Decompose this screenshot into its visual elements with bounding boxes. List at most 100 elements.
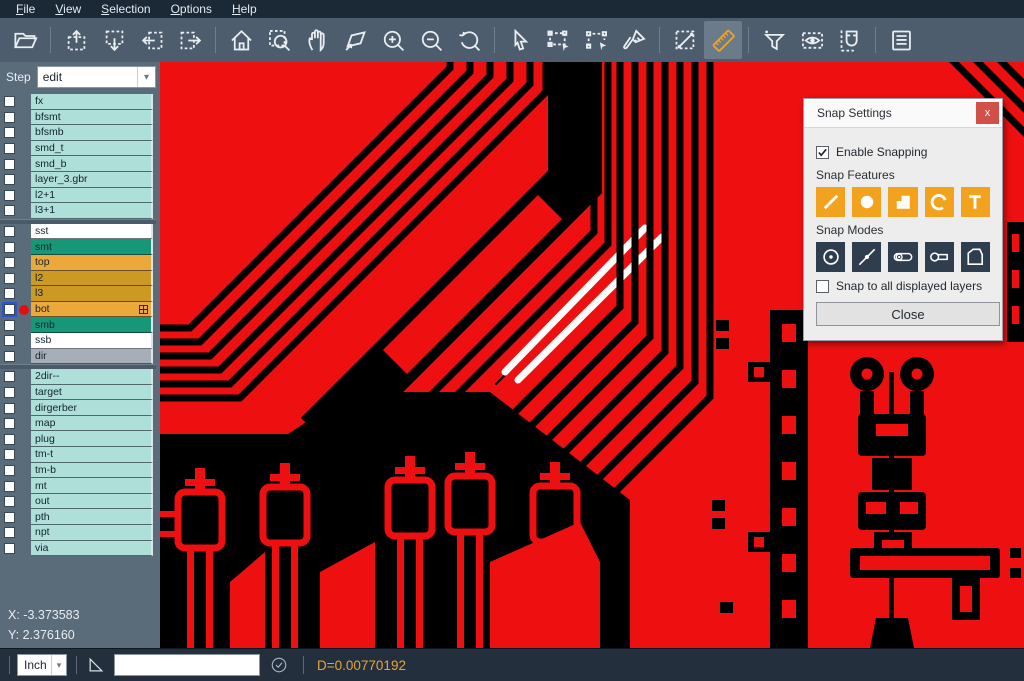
- layer-label[interactable]: smd_t: [31, 141, 153, 157]
- layer-label[interactable]: sst: [31, 224, 153, 240]
- snap-circle-icon[interactable]: [852, 187, 881, 217]
- home-icon[interactable]: [222, 21, 260, 59]
- pan-down-icon[interactable]: [95, 21, 133, 59]
- menu-file[interactable]: File: [6, 1, 45, 18]
- layer-visibility-checkbox[interactable]: [4, 127, 15, 138]
- select-cursor-icon[interactable]: [501, 21, 539, 59]
- measure-line-icon[interactable]: [666, 21, 704, 59]
- layer-label[interactable]: npt: [31, 525, 153, 541]
- layer-visibility-checkbox[interactable]: [4, 304, 15, 315]
- layer-visibility-checkbox[interactable]: [4, 143, 15, 154]
- layer-label[interactable]: 2dir--: [31, 369, 153, 385]
- snap-line-icon[interactable]: [816, 187, 845, 217]
- layer-label[interactable]: l2: [31, 271, 153, 287]
- layer-visibility-checkbox[interactable]: [4, 371, 15, 382]
- layer-visibility-checkbox[interactable]: [4, 273, 15, 284]
- layer-label[interactable]: tm-t: [31, 447, 153, 463]
- layer-visibility-checkbox[interactable]: [4, 226, 15, 237]
- snap-slot-outline-icon[interactable]: [925, 242, 954, 272]
- layer-label[interactable]: pth: [31, 509, 153, 525]
- close-icon[interactable]: x: [976, 102, 999, 124]
- zoom-in-icon[interactable]: [374, 21, 412, 59]
- layer-label[interactable]: top: [31, 255, 153, 271]
- layer-label[interactable]: plug: [31, 431, 153, 447]
- layer-visibility-checkbox[interactable]: [4, 465, 15, 476]
- layer-label[interactable]: target: [31, 385, 153, 401]
- layer-visibility-checkbox[interactable]: [4, 288, 15, 299]
- layer-label[interactable]: l3: [31, 286, 153, 302]
- step-dropdown[interactable]: edit ▾: [37, 66, 156, 88]
- snap-all-layers-checkbox[interactable]: Snap to all displayed layers: [816, 279, 990, 293]
- filter-icon[interactable]: [755, 21, 793, 59]
- checkbox-unchecked-icon[interactable]: [816, 280, 829, 293]
- snap-polygon-icon[interactable]: [961, 242, 990, 272]
- layer-visibility-checkbox[interactable]: [4, 257, 15, 268]
- snap-icon[interactable]: [831, 21, 869, 59]
- pan-right-icon[interactable]: [171, 21, 209, 59]
- angle-measure-icon[interactable]: [86, 655, 106, 675]
- menu-options[interactable]: Options: [161, 1, 222, 18]
- layer-visibility-checkbox[interactable]: [4, 403, 15, 414]
- layer-label[interactable]: map: [31, 416, 153, 432]
- select-path-icon[interactable]: [577, 21, 615, 59]
- layers-form-icon[interactable]: [882, 21, 920, 59]
- layer-visibility-checkbox[interactable]: [4, 449, 15, 460]
- layer-label[interactable]: mt: [31, 478, 153, 494]
- layer-visibility-checkbox[interactable]: [4, 527, 15, 538]
- layer-label[interactable]: out: [31, 494, 153, 510]
- open-folder-icon[interactable]: [6, 21, 44, 59]
- layer-label[interactable]: ssb: [31, 333, 153, 349]
- select-rect-icon[interactable]: [539, 21, 577, 59]
- menu-view[interactable]: View: [45, 1, 91, 18]
- snap-surface-icon[interactable]: [888, 187, 917, 217]
- menu-help[interactable]: Help: [222, 1, 267, 18]
- unit-dropdown[interactable]: Inch ▾: [17, 654, 67, 676]
- pan-up-icon[interactable]: [57, 21, 95, 59]
- close-button[interactable]: Close: [816, 302, 1000, 326]
- layer-label[interactable]: bot: [31, 302, 153, 318]
- layer-label[interactable]: smb: [31, 317, 153, 333]
- display-eye-icon[interactable]: [793, 21, 831, 59]
- layer-visibility-checkbox[interactable]: [4, 242, 15, 253]
- snap-text-icon[interactable]: [961, 187, 990, 217]
- layer-visibility-checkbox[interactable]: [4, 174, 15, 185]
- command-input[interactable]: [114, 654, 260, 676]
- ruler-icon[interactable]: [704, 21, 742, 59]
- layer-label[interactable]: bfsmb: [31, 125, 153, 141]
- layer-visibility-checkbox[interactable]: [4, 320, 15, 331]
- layer-label[interactable]: tm-b: [31, 463, 153, 479]
- layer-visibility-checkbox[interactable]: [4, 496, 15, 507]
- layer-label[interactable]: l2+1: [31, 188, 153, 204]
- checkbox-checked-icon[interactable]: [816, 146, 829, 159]
- snap-arc-icon[interactable]: [925, 187, 954, 217]
- layer-visibility-checkbox[interactable]: [4, 387, 15, 398]
- layer-visibility-checkbox[interactable]: [4, 335, 15, 346]
- layer-visibility-checkbox[interactable]: [4, 190, 15, 201]
- layer-visibility-checkbox[interactable]: [4, 434, 15, 445]
- layer-visibility-checkbox[interactable]: [4, 418, 15, 429]
- snap-slot-center-icon[interactable]: [888, 242, 917, 272]
- layer-label[interactable]: layer_3.gbr: [31, 172, 153, 188]
- layer-label[interactable]: via: [31, 541, 153, 557]
- layer-label[interactable]: dirgerber: [31, 400, 153, 416]
- layer-label[interactable]: l3+1: [31, 203, 153, 219]
- zoom-out-icon[interactable]: [412, 21, 450, 59]
- layer-label[interactable]: smt: [31, 239, 153, 255]
- layer-visibility-checkbox[interactable]: [4, 112, 15, 123]
- layer-visibility-checkbox[interactable]: [4, 512, 15, 523]
- zoom-area-icon[interactable]: [260, 21, 298, 59]
- layer-visibility-checkbox[interactable]: [4, 159, 15, 170]
- snap-center-icon[interactable]: [816, 242, 845, 272]
- pan-hand-icon[interactable]: [298, 21, 336, 59]
- zoom-previous-icon[interactable]: [450, 21, 488, 59]
- enable-snapping-checkbox[interactable]: Enable Snapping: [816, 145, 990, 159]
- layer-visibility-checkbox[interactable]: [4, 543, 15, 554]
- layer-visibility-checkbox[interactable]: [4, 96, 15, 107]
- apply-check-icon[interactable]: [270, 656, 288, 674]
- pan-left-icon[interactable]: [133, 21, 171, 59]
- layer-label[interactable]: dir: [31, 349, 153, 365]
- layer-visibility-checkbox[interactable]: [4, 205, 15, 216]
- layer-label[interactable]: bfsmt: [31, 110, 153, 126]
- layer-visibility-checkbox[interactable]: [4, 351, 15, 362]
- layer-visibility-checkbox[interactable]: [4, 481, 15, 492]
